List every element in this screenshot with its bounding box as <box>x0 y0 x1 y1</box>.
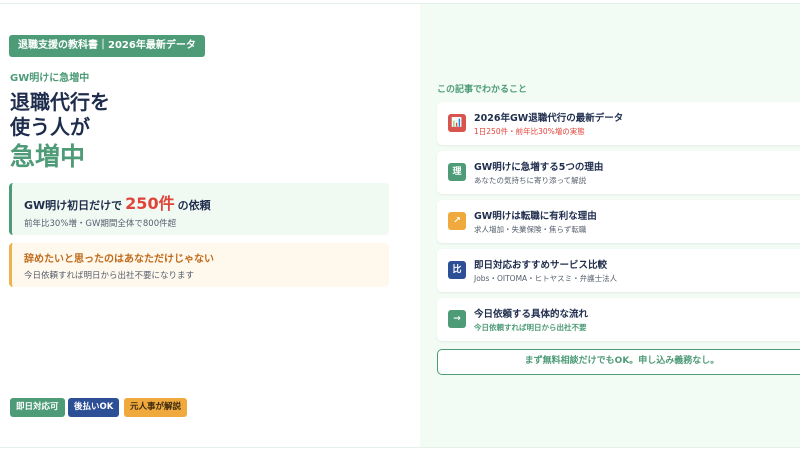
toc-item-data[interactable]: 📊 2026年GW退職代行の最新データ 1日250件・前年比30%増の実態 <box>437 102 800 145</box>
toc-item-title: 即日対応おすすめサービス比較 <box>474 260 608 271</box>
headline: 退職代行を 使う人が 急増中 <box>10 90 110 172</box>
stat-prefix: GW明け初日だけで <box>24 199 123 212</box>
toc-item-title: GW明けに急増する5つの理由 <box>474 162 604 173</box>
hero-panel: 退職支援の教科書｜2026年最新データ GW明けに急増中 退職代行を 使う人が … <box>0 0 420 450</box>
trend-up-icon: ↗ <box>448 212 466 230</box>
toc-panel: この記事でわかること 📊 2026年GW退職代行の最新データ 1日250件・前年… <box>420 4 800 447</box>
stat-highlight: 250件 <box>125 194 175 213</box>
tag-ex-hr: 元人事が解説 <box>124 398 188 417</box>
empathy-title: 辞めたいと思ったのはあなただけじゃない <box>24 254 214 265</box>
toc-item-subtitle: 1日250件・前年比30%増の実態 <box>474 127 585 136</box>
compare-icon: 比 <box>448 261 466 279</box>
headline-line-2: 使う人が <box>10 115 90 139</box>
reason-icon: 理 <box>448 163 466 181</box>
free-consultation-button[interactable]: まず無料相談だけでもOK。申し込み義務なし。 <box>437 349 800 375</box>
toc-item-subtitle: 今日依頼すれば明日から出社不要 <box>474 323 587 332</box>
toc-item-comparison[interactable]: 比 即日対応おすすめサービス比較 Jobs・OITOMA・ヒトヤスミ・弁護士法人 <box>437 249 800 292</box>
arrow-right-icon: → <box>448 310 466 328</box>
toc-item-subtitle: Jobs・OITOMA・ヒトヤスミ・弁護士法人 <box>474 274 618 283</box>
bottom-divider <box>0 447 800 448</box>
toc-item-title: GW明けは転職に有利な理由 <box>474 211 597 222</box>
toc-item-reasons[interactable]: 理 GW明けに急増する5つの理由 あなたの気持ちに寄り添って解説 <box>437 151 800 194</box>
empathy-card: 辞めたいと思ったのはあなただけじゃない 今日依頼すれば明日から出社不要になります <box>9 243 389 287</box>
stat-subtext: 前年比30%増・GW期間全体で800件超 <box>24 219 177 229</box>
toc-item-flow[interactable]: → 今日依頼する具体的な流れ 今日依頼すれば明日から出社不要 <box>437 298 800 341</box>
stat-line: GW明け初日だけで 250件 の依頼 <box>24 190 377 214</box>
toc-item-job-change[interactable]: ↗ GW明けは転職に有利な理由 求人増加・失業保険・焦らず転職 <box>437 200 800 243</box>
toc-label: この記事でわかること <box>437 85 528 95</box>
toc-item-subtitle: 求人増加・失業保険・焦らず転職 <box>474 225 587 234</box>
headline-accent: 急増中 <box>10 142 86 171</box>
brand-badge: 退職支援の教科書｜2026年最新データ <box>9 35 205 57</box>
tag-same-day: 即日対応可 <box>10 398 65 417</box>
tag-pay-later: 後払いOK <box>68 398 120 417</box>
chart-icon: 📊 <box>448 114 466 132</box>
headline-line-1: 退職代行を <box>10 90 110 114</box>
toc-item-title: 今日依頼する具体的な流れ <box>474 309 589 320</box>
toc-item-title: 2026年GW退職代行の最新データ <box>474 113 624 124</box>
toc-item-subtitle: あなたの気持ちに寄り添って解説 <box>474 176 587 185</box>
stat-suffix: の依頼 <box>177 199 211 212</box>
empathy-subtext: 今日依頼すれば明日から出社不要になります <box>24 271 195 281</box>
kicker-text: GW明けに急増中 <box>10 73 90 84</box>
stat-card: GW明け初日だけで 250件 の依頼 前年比30%増・GW期間全体で800件超 <box>9 183 389 235</box>
